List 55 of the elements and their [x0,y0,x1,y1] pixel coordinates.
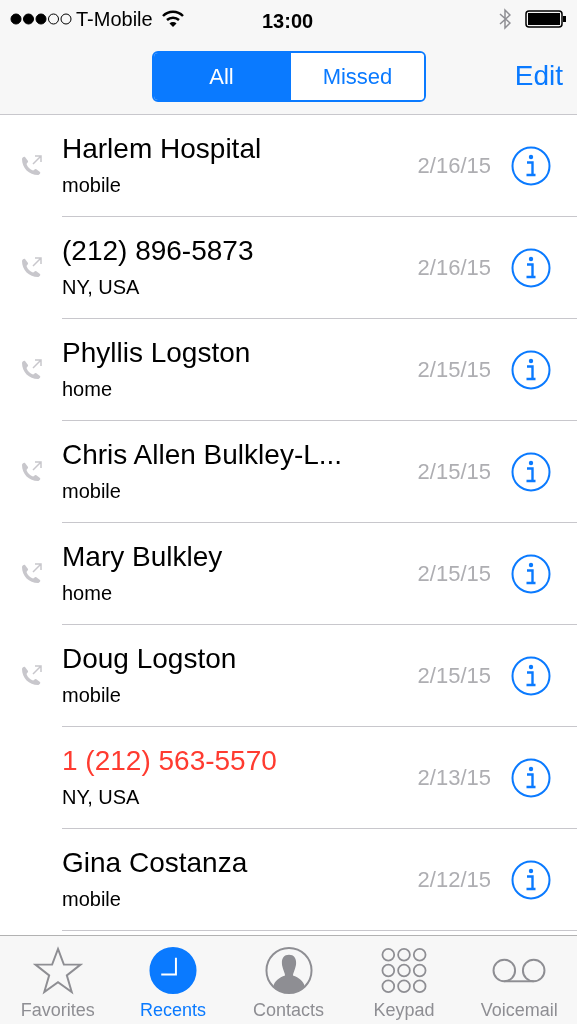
call-date: 2/15/15 [417,662,491,690]
outgoing-call-icon [19,358,43,382]
call-label: mobile [62,478,122,504]
call-label: home [62,580,114,606]
tab-bar-item[interactable]: Keypad [346,936,462,1024]
call-label: home [62,376,114,402]
segment-tab[interactable]: All [154,52,289,100]
outgoing-call-icon [19,664,43,688]
caller-name: (212) 896-5873 [62,233,255,268]
info-icon[interactable] [511,451,551,492]
clock-time: 13:00 [262,9,314,34]
info-icon[interactable] [511,757,551,798]
caller-name: Doug Logston [62,641,238,676]
info-icon[interactable] [511,145,551,186]
call-label: NY, USA [62,274,141,300]
info-icon[interactable] [511,349,551,390]
person-icon [263,946,314,995]
call-date: 2/16/15 [417,152,491,180]
caller-name: Phyllis Logston [62,335,252,370]
call-date: 2/15/15 [417,356,491,384]
info-icon[interactable] [511,553,551,594]
call-label: mobile [62,886,122,912]
outgoing-call-icon [19,562,43,586]
call-label: mobile [62,172,122,198]
caller-name: 1 (212) 563-5570 [62,743,278,778]
call-label: NY, USA [62,784,141,810]
clock-icon [148,946,199,995]
tab-bar-item[interactable]: Recents [115,936,231,1024]
segment-tab[interactable]: Missed [289,52,424,100]
outgoing-call-icon [19,460,43,484]
info-icon[interactable] [511,859,551,900]
signal-icon [10,13,72,25]
call-label: mobile [62,682,122,708]
star-icon [32,946,83,995]
outgoing-call-icon [19,256,43,280]
caller-name: Chris Allen Bulkley-L... [62,437,344,472]
call-date: 2/15/15 [417,560,491,588]
caller-name: Harlem Hospital [62,131,263,166]
tab-bar-item[interactable]: Favorites [0,936,116,1024]
tab-bar-item[interactable]: Contacts [230,936,347,1024]
caller-name: Gina Costanza [62,845,249,880]
bluetooth-icon [499,8,511,30]
call-date: 2/13/15 [417,764,491,792]
info-icon[interactable] [511,247,551,288]
call-date: 2/12/15 [417,866,491,894]
tab-bar-item[interactable]: Voicemail [461,936,577,1024]
outgoing-call-icon [19,154,43,178]
wifi-icon [160,10,185,28]
info-icon[interactable] [511,655,551,696]
edit-button[interactable]: Edit [514,55,563,97]
battery-icon [525,10,567,28]
call-date: 2/16/15 [417,254,491,282]
call-date: 2/15/15 [417,458,491,486]
caller-name: Mary Bulkley [62,539,224,574]
carrier-name: T-Mobile [76,7,153,32]
